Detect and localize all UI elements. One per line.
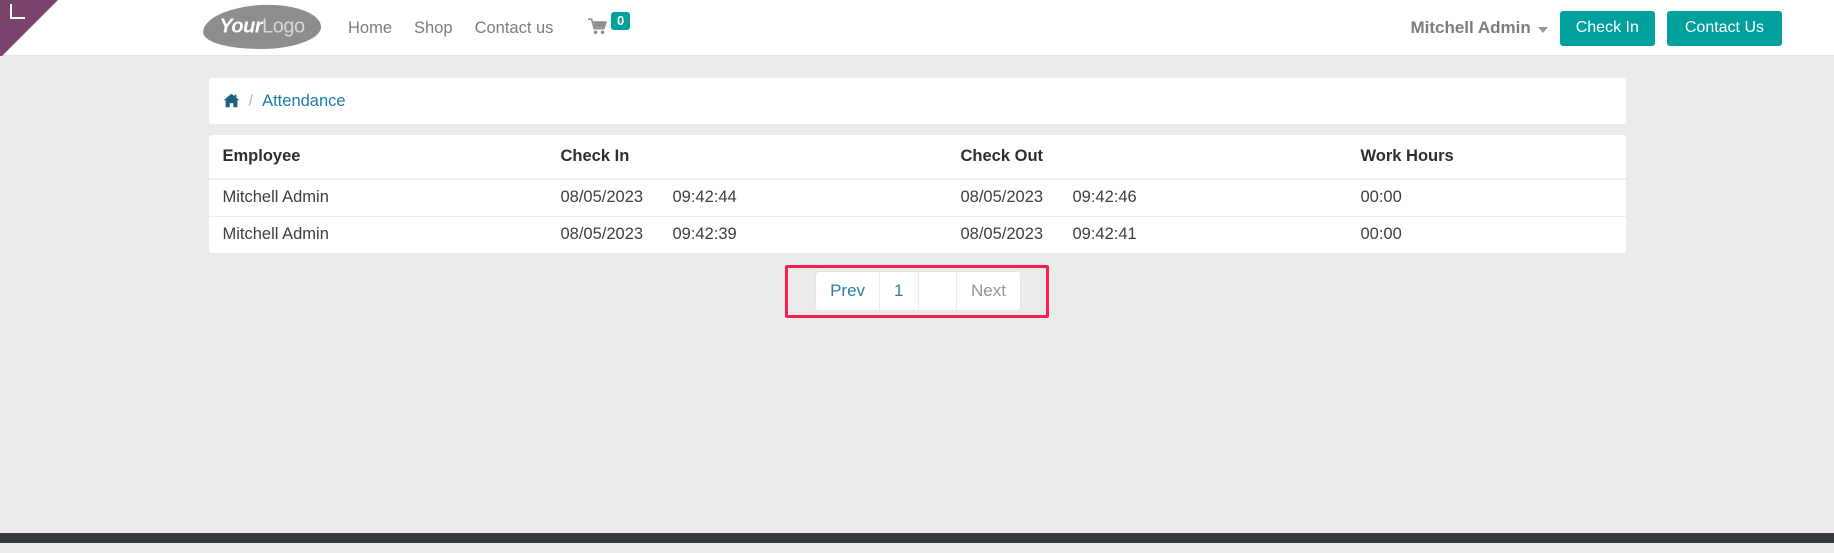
logo-text: YourLogo: [203, 17, 321, 37]
logo-text-your: Your: [219, 15, 263, 38]
shopping-cart-icon: [587, 17, 609, 39]
check-in-time: 09:42:44: [672, 188, 737, 207]
cell-check-out: 08/05/2023 09:42:46: [947, 179, 1347, 216]
nav-item-shop[interactable]: Shop: [414, 20, 453, 37]
pagination-row: Prev 1 2 Next: [0, 265, 1834, 318]
breadcrumb: / Attendance: [223, 92, 346, 111]
site-header: YourLogo Home Shop Contact us 0 Mitchell…: [0, 0, 1834, 58]
pagination-highlight-box: Prev 1 2 Next: [785, 265, 1049, 318]
cell-work-hours: 00:00: [1360, 188, 1402, 207]
chevron-down-icon: [1537, 27, 1548, 33]
check-in-button[interactable]: Check In: [1559, 10, 1655, 46]
header-right-actions: Mitchell Admin Check In Contact Us: [1410, 0, 1782, 56]
column-header-check-in: Check In: [546, 135, 947, 180]
cell-employee: Mitchell Admin: [208, 215, 547, 253]
main-nav: Home Shop Contact us: [348, 0, 553, 56]
check-in-date: 08/05/2023: [560, 225, 644, 244]
pagination-page-1[interactable]: 1: [880, 272, 919, 310]
check-in-date: 08/05/2023: [560, 188, 644, 207]
nav-item-home[interactable]: Home: [348, 20, 392, 37]
page-body: / Attendance Employee Check In Check Out…: [0, 56, 1834, 543]
column-header-employee: Employee: [208, 135, 547, 180]
user-name-label: Mitchell Admin: [1410, 18, 1531, 37]
user-menu[interactable]: Mitchell Admin: [1410, 18, 1548, 38]
breadcrumb-card: / Attendance: [208, 78, 1626, 124]
home-icon[interactable]: [223, 93, 240, 111]
cart-count-badge: 0: [611, 11, 631, 31]
contact-us-button[interactable]: Contact Us: [1666, 10, 1782, 46]
cell-work-hours: 00:00: [1346, 215, 1626, 253]
brand-logo[interactable]: YourLogo: [202, 2, 322, 52]
table-body: Mitchell Admin 08/05/2023 09:42:44 08/05/…: [208, 179, 1626, 253]
pagination-prev-button[interactable]: Prev: [816, 272, 881, 310]
pagination: Prev 1 2 Next: [816, 272, 1020, 310]
check-out-date: 08/05/2023: [960, 188, 1044, 207]
check-out-time: 09:42:41: [1072, 225, 1137, 244]
check-out-time: 09:42:46: [1072, 188, 1137, 207]
column-header-check-out: Check Out: [946, 135, 1347, 180]
cell-check-in: 08/05/2023 09:42:44: [547, 179, 947, 216]
check-in-time: 09:42:39: [672, 225, 737, 244]
table-header-row: Employee Check In Check Out Work Hours: [208, 135, 1626, 180]
logo-text-logo: Logo: [262, 15, 305, 38]
cell-check-out: 08/05/2023 09:42:41: [946, 215, 1347, 253]
cart-widget[interactable]: 0: [587, 0, 631, 56]
breadcrumb-separator: /: [248, 91, 254, 110]
site-footer-bar: [0, 533, 1834, 543]
column-header-work-hours: Work Hours: [1346, 135, 1626, 180]
table-row[interactable]: Mitchell Admin 08/05/2023 09:42:44 08/05/…: [209, 179, 1626, 216]
pagination-page-2[interactable]: 2: [918, 272, 957, 310]
cell-employee: Mitchell Admin: [222, 188, 329, 207]
pagination-next-button[interactable]: Next: [956, 272, 1020, 310]
attendance-table: Employee Check In Check Out Work Hours M…: [208, 135, 1626, 253]
attendance-table-card: Employee Check In Check Out Work Hours M…: [208, 135, 1626, 253]
table-row[interactable]: Mitchell Admin 08/05/2023 09:42:39 08/05/…: [208, 215, 1626, 253]
cell-check-in: 08/05/2023 09:42:39: [546, 215, 947, 253]
corner-ribbon: [0, 0, 58, 58]
nav-item-contact-us[interactable]: Contact us: [475, 20, 554, 37]
corner-arrow-icon: [10, 4, 25, 19]
breadcrumb-item-attendance[interactable]: Attendance: [262, 92, 345, 111]
check-out-date: 08/05/2023: [960, 225, 1044, 244]
table-head: Employee Check In Check Out Work Hours: [208, 135, 1626, 180]
ribbon-triangle: [0, 0, 58, 58]
